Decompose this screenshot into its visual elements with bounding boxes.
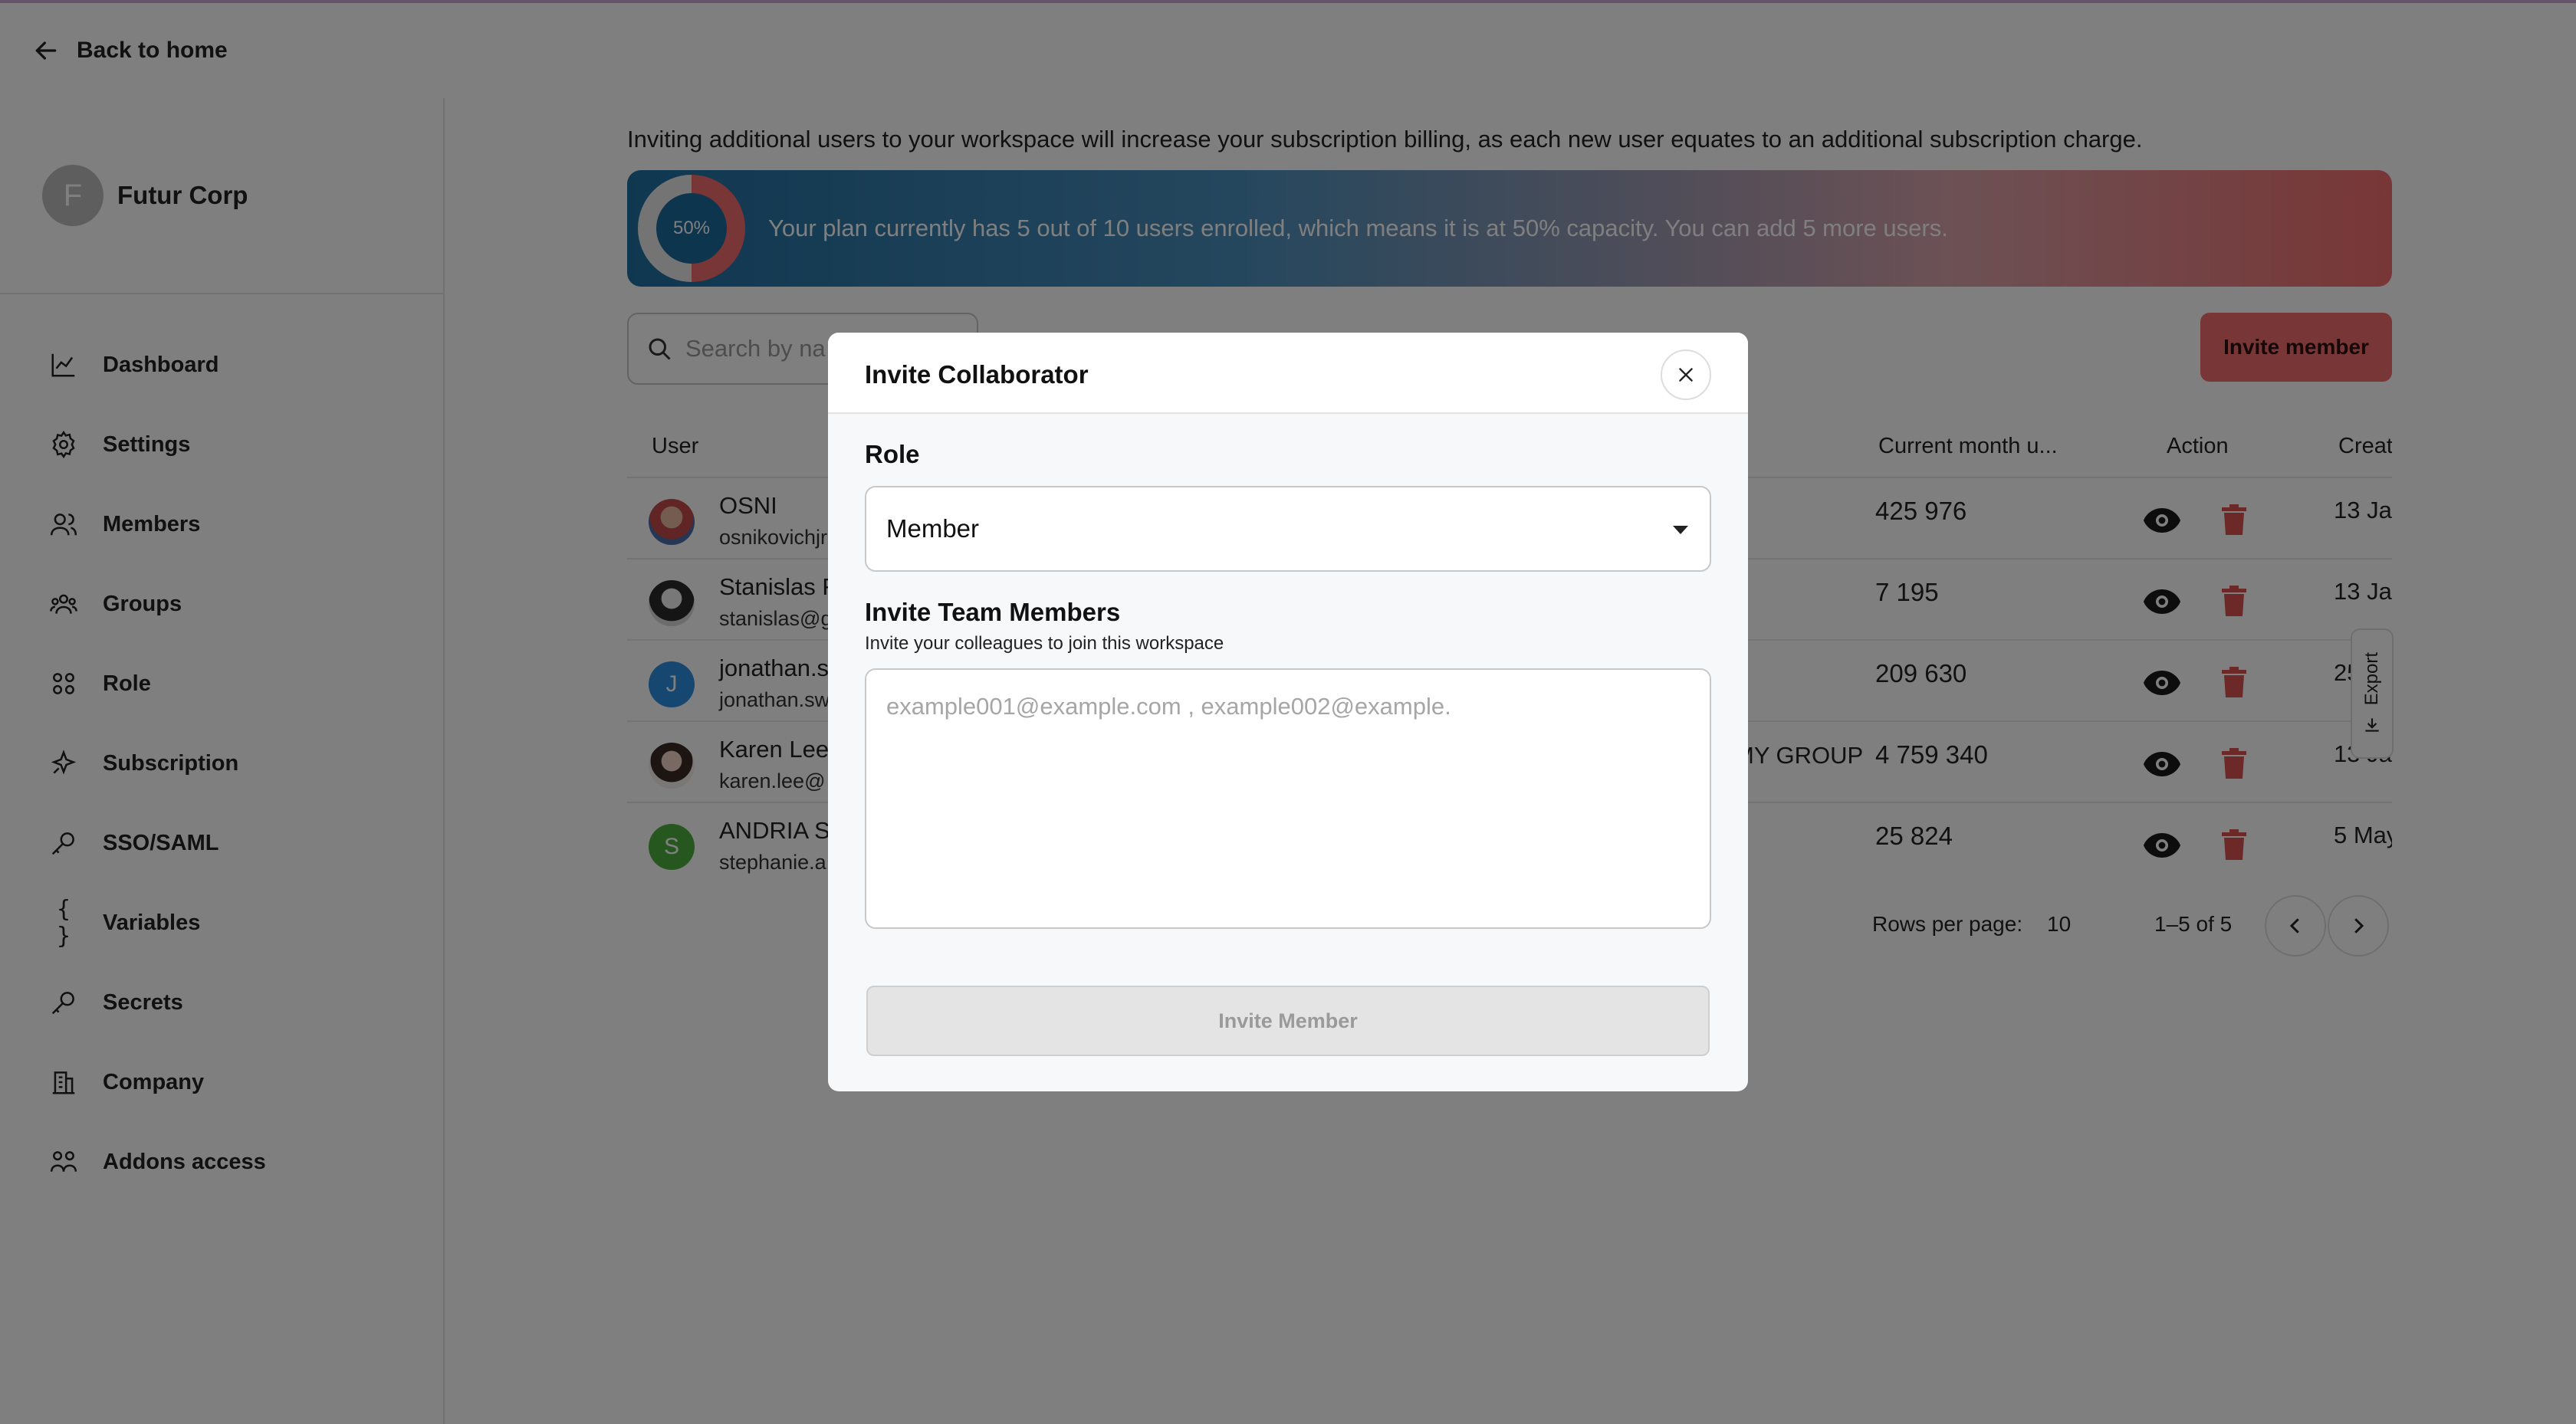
invite-collaborator-dialog: Invite Collaborator Role Member Invite T…	[828, 333, 1748, 1091]
role-select-value: Member	[886, 514, 980, 543]
close-icon	[1679, 368, 1693, 382]
emails-textarea[interactable]	[865, 668, 1711, 929]
caret-down-icon	[1673, 526, 1688, 534]
invite-team-members-heading: Invite Team Members	[865, 598, 1121, 626]
dialog-header: Invite Collaborator	[828, 333, 1748, 414]
invite-member-submit-button[interactable]: Invite Member	[866, 986, 1710, 1056]
close-button[interactable]	[1661, 349, 1711, 400]
dialog-title: Invite Collaborator	[865, 360, 1089, 389]
role-select[interactable]: Member	[865, 486, 1711, 572]
invite-team-members-subtitle: Invite your colleagues to join this work…	[865, 633, 1224, 654]
role-label: Role	[865, 440, 920, 468]
